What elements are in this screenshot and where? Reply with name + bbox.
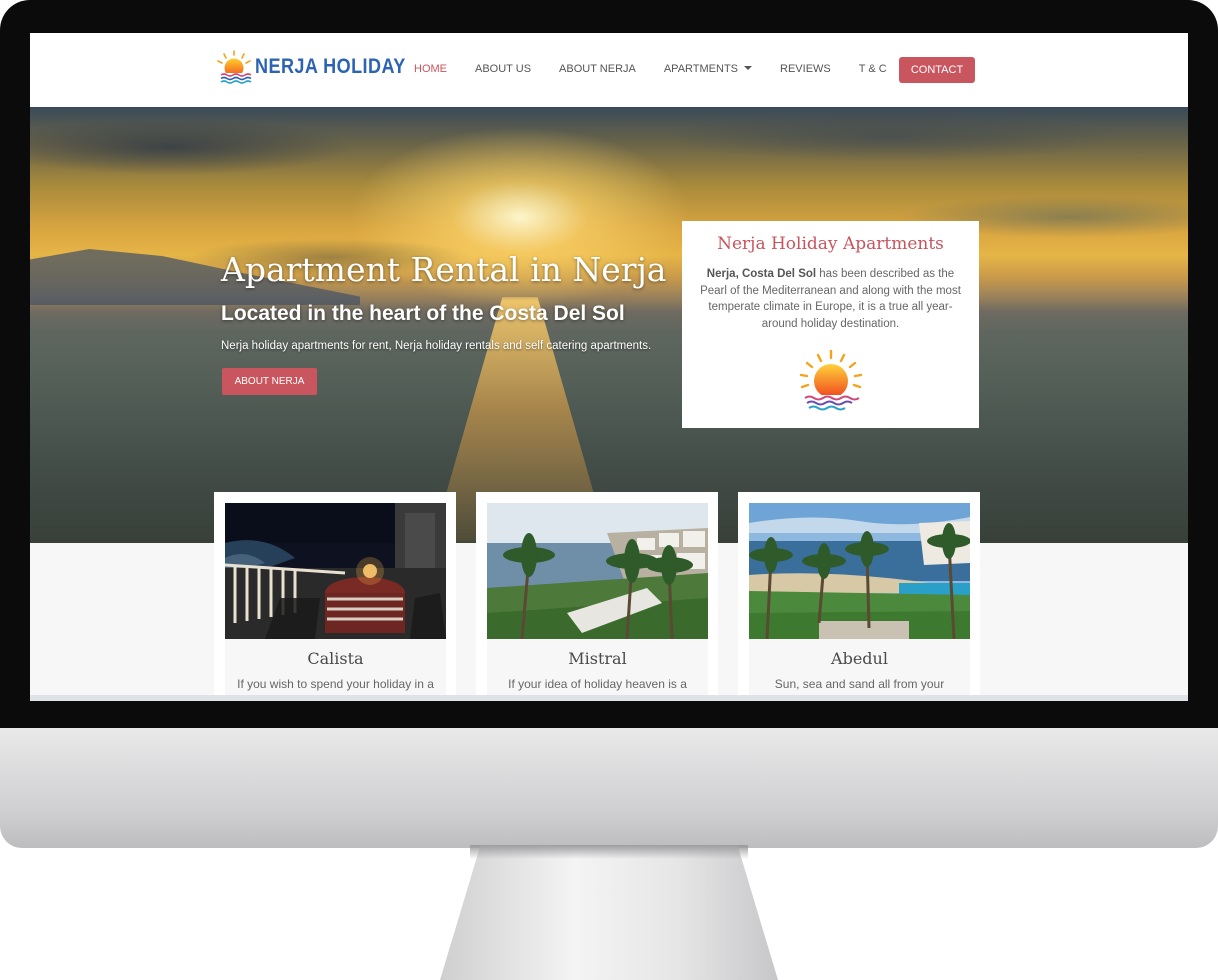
hero-description: Nerja holiday apartments for rent, Nerja… — [221, 340, 652, 352]
apartment-photo[interactable] — [487, 503, 708, 639]
apartment-excerpt: If you wish to spend your holiday in a — [237, 677, 434, 691]
apartment-excerpt: Sun, sea and sand all from your — [774, 677, 945, 691]
nav-about-nerja[interactable]: ABOUT NERJA — [559, 63, 636, 75]
apartment-cards: Calista If you wish to spend your holida… — [214, 492, 982, 701]
contact-button[interactable]: CONTACT — [899, 57, 975, 83]
monitor-chin — [0, 728, 1218, 848]
apartment-title[interactable]: Calista — [225, 649, 446, 668]
apartment-card-body: Abedul Sun, sea and sand all from your — [749, 639, 970, 701]
nav-reviews[interactable]: REVIEWS — [780, 63, 831, 75]
palm-coastline-image — [487, 503, 708, 639]
nav-home[interactable]: HOME — [414, 63, 447, 75]
beach-pool-image — [749, 503, 970, 639]
monitor-screen: NERJA HOLIDAY HOME ABOUT US ABOUT NERJA … — [30, 33, 1188, 701]
sun-over-waves-icon — [797, 349, 865, 415]
site-logo[interactable]: NERJA HOLIDAY — [216, 49, 430, 85]
main-nav: HOME ABOUT US ABOUT NERJA APARTMENTS REV… — [414, 63, 915, 75]
brand-name: NERJA HOLIDAY — [255, 55, 406, 78]
info-card-title: Nerja Holiday Apartments — [717, 234, 944, 254]
monitor-stand — [440, 845, 778, 980]
apartment-photo[interactable] — [225, 503, 446, 639]
about-nerja-button[interactable]: ABOUT NERJA — [222, 368, 317, 395]
hero-banner: Apartment Rental in Nerja Located in the… — [30, 107, 1188, 543]
apartment-title[interactable]: Abedul — [749, 649, 970, 668]
apartment-card-body: Calista If you wish to spend your holida… — [225, 639, 446, 701]
night-balcony-image — [225, 503, 446, 639]
info-card-text: Nerja, Costa Del Sol has been described … — [696, 266, 965, 332]
nav-terms[interactable]: T & C — [859, 63, 887, 75]
apartment-card-calista[interactable]: Calista If you wish to spend your holida… — [214, 492, 456, 701]
hero-title: Apartment Rental in Nerja — [221, 250, 667, 289]
sun-logo-icon — [217, 50, 252, 85]
nav-apartments-label: APARTMENTS — [663, 63, 739, 75]
apartment-card-mistral[interactable]: Mistral If your idea of holiday heaven i… — [476, 492, 718, 701]
info-card: Nerja Holiday Apartments Nerja, Costa De… — [682, 221, 979, 428]
nav-about-us[interactable]: ABOUT US — [475, 63, 531, 75]
monitor-stand-shadow — [470, 845, 748, 859]
caret-down-icon — [744, 66, 753, 70]
apartment-card-body: Mistral If your idea of holiday heaven i… — [487, 639, 708, 701]
hero-subtitle: Located in the heart of the Costa Del So… — [221, 302, 625, 325]
site-header: NERJA HOLIDAY HOME ABOUT US ABOUT NERJA … — [30, 33, 1188, 107]
apartment-card-abedul[interactable]: Abedul Sun, sea and sand all from your — [738, 492, 980, 701]
info-card-text-bold: Nerja, Costa Del Sol — [706, 268, 817, 280]
apartment-photo[interactable] — [749, 503, 970, 639]
screen-bottom-edge — [30, 695, 1188, 701]
apartment-excerpt: If your idea of holiday heaven is a — [508, 677, 687, 691]
apartment-title[interactable]: Mistral — [487, 649, 708, 668]
nav-apartments[interactable]: APARTMENTS — [663, 63, 753, 75]
